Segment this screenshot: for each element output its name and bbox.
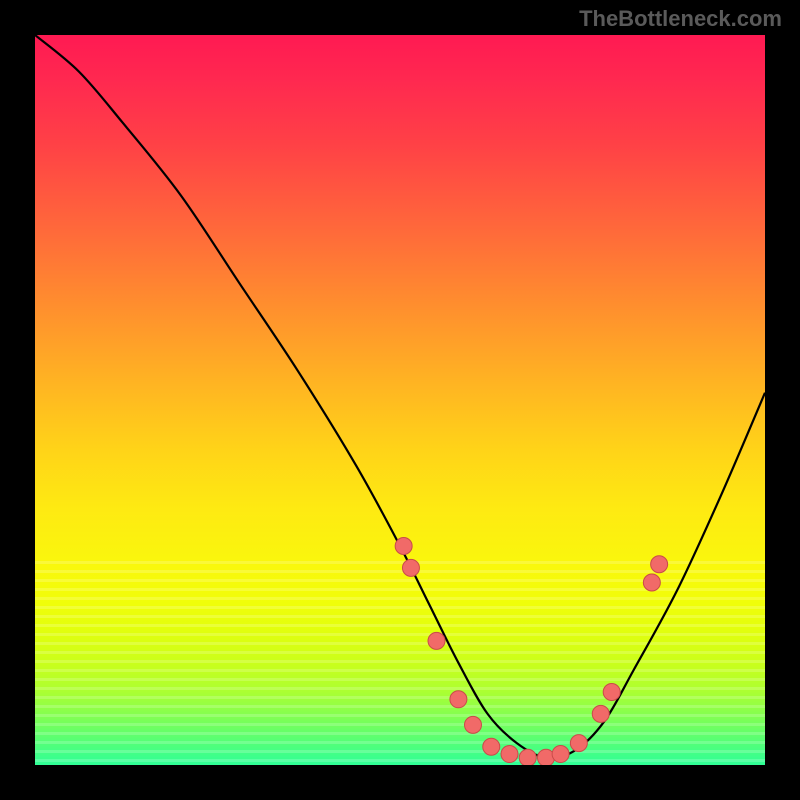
data-point	[465, 716, 482, 733]
data-point	[552, 746, 569, 763]
data-point	[428, 632, 445, 649]
data-point	[643, 574, 660, 591]
curve-svg	[35, 35, 765, 765]
data-point	[395, 538, 412, 555]
data-point	[450, 691, 467, 708]
plot-area	[35, 35, 765, 765]
data-point	[570, 735, 587, 752]
data-point	[402, 559, 419, 576]
data-point	[603, 684, 620, 701]
data-point	[519, 749, 536, 765]
watermark-text: TheBottleneck.com	[579, 6, 782, 32]
data-point	[483, 738, 500, 755]
data-points-group	[395, 538, 668, 766]
bottleneck-curve	[35, 35, 765, 758]
data-point	[651, 556, 668, 573]
data-point	[501, 746, 518, 763]
data-point	[592, 705, 609, 722]
